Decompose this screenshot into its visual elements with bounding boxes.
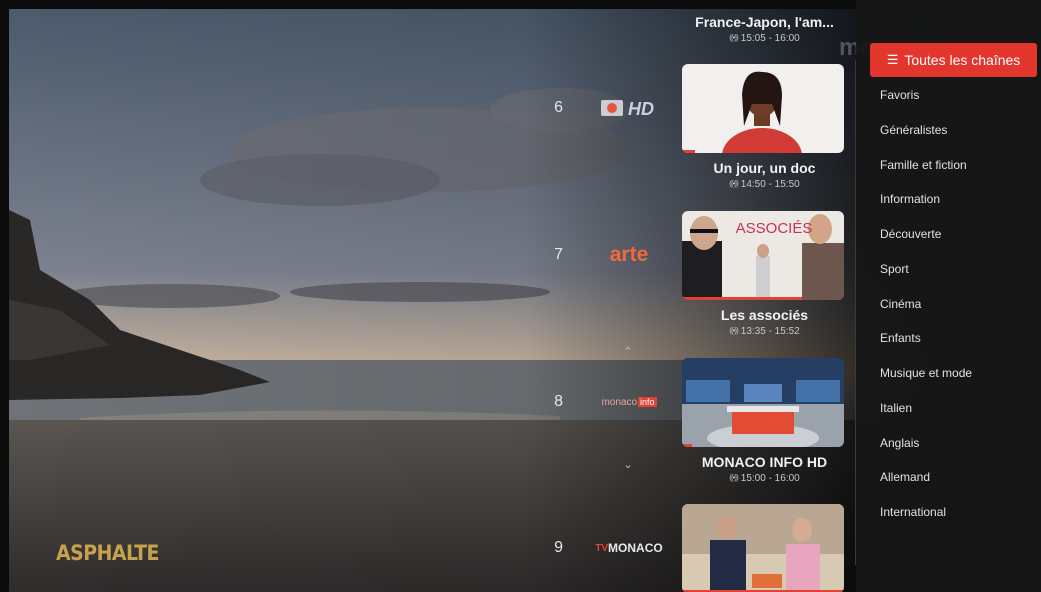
category-item[interactable]: Musique et mode [880,366,1035,401]
svg-text:ASSOCIÉS: ASSOCIÉS [736,220,813,237]
category-item[interactable]: Favoris [880,88,1035,123]
category-item[interactable]: Découverte [880,227,1035,262]
program-title: MONACO INFO HD [701,454,828,470]
category-item[interactable]: Italien [880,401,1035,436]
progress-bar [682,150,695,153]
arte-logo[interactable]: arte [589,241,669,269]
channel-number: 7 [554,246,563,263]
channel-number: 9 [554,539,563,556]
category-item[interactable]: Information [880,192,1035,227]
category-item[interactable]: Anglais [880,436,1035,471]
program-time: 15:05 - 16:00 [740,33,800,44]
program-info: MONACO INFO HD ((•)) 15:00 - 16:00 [682,454,847,484]
channel-number: 8 [554,393,563,410]
program-info: Un jour, un doc ((•)) 14:50 - 15:50 [682,160,847,190]
program-title: Les associés [720,307,809,323]
program-title: France-Japon, l'am... [695,14,834,30]
monaco-info-logo[interactable]: monaco info [589,388,669,416]
broadcast-icon: ((•)) [729,33,739,42]
program-thumbnail[interactable] [682,64,844,153]
svg-text:HD: HD [628,99,654,119]
chevron-up-icon[interactable]: ⌃ [620,345,636,361]
broadcast-icon: ((•)) [729,326,739,335]
program-info: Les associés ((•)) 13:35 - 15:52 [682,307,847,337]
category-item[interactable]: Enfants [880,331,1035,366]
current-program-top[interactable]: France-Japon, l'am... ((•)) 15:05 - 16:00 [682,14,847,44]
progress-bar [682,444,692,447]
tv-monaco-logo[interactable]: TV MONACO [589,534,669,562]
channel-number: 6 [554,99,563,116]
all-channels-button[interactable]: ☰ Toutes les chaînes [870,43,1037,77]
program-thumbnail[interactable] [682,358,844,447]
m6-hd-logo[interactable]: HD [589,94,669,122]
program-thumbnail[interactable]: ASSOCIÉS [682,211,844,300]
category-item[interactable]: Famille et fiction [880,158,1035,193]
program-thumbnail[interactable] [682,504,844,592]
program-time: 13:35 - 15:52 [740,326,800,337]
program-time: 14:50 - 15:50 [740,179,800,190]
panel-divider [855,60,856,565]
category-item[interactable]: Cinéma [880,297,1035,332]
broadcast-icon: ((•)) [729,179,739,188]
chevron-down-icon[interactable]: ⌄ [620,458,636,474]
tv-player-screen: mo France-Japon, l'am... ((•))15:05 - 16… [0,0,1041,592]
category-item[interactable]: Sport [880,262,1035,297]
list-icon: ☰ [886,52,899,67]
program-time: 15:00 - 16:00 [740,473,800,484]
program-title: Un jour, un doc [713,160,816,176]
category-item[interactable]: International [880,505,1035,540]
show-logo: ASPHALTE [56,541,159,565]
category-item[interactable]: Allemand [880,470,1035,505]
all-channels-label: Toutes les chaînes [904,52,1021,68]
progress-bar [682,297,802,300]
category-item[interactable]: Généralistes [880,123,1035,158]
category-list: Favoris Généralistes Famille et fiction … [880,88,1035,540]
broadcast-icon: ((•)) [729,473,739,482]
